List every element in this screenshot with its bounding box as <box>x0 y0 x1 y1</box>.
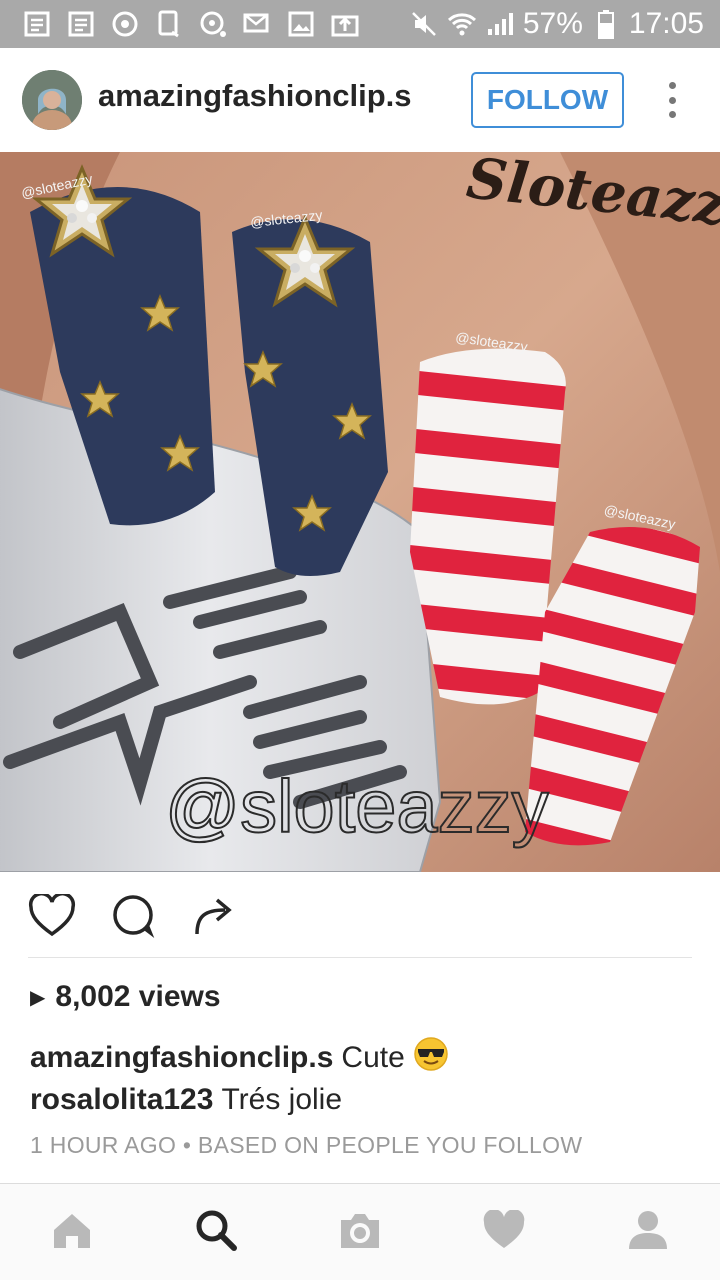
post-time: 1 HOUR AGO <box>30 1132 177 1158</box>
status-bar-system: 57% 17:05 <box>409 7 720 41</box>
notification-icon <box>66 10 96 38</box>
notification-icon <box>22 10 52 38</box>
divider <box>28 957 692 958</box>
meta-separator: • <box>182 1132 192 1158</box>
follow-button[interactable]: FOLLOW <box>471 72 624 128</box>
sunglasses-emoji-icon <box>413 1036 449 1080</box>
comment-username[interactable]: rosalolita123 <box>30 1083 213 1117</box>
tab-home[interactable] <box>0 1184 144 1280</box>
heart-icon <box>482 1208 526 1255</box>
view-count: ▶ 8,002 views <box>30 980 221 1014</box>
comment-row: rosalolita123 Trés jolie <box>30 1083 690 1117</box>
post-context: BASED ON PEOPLE YOU FOLLOW <box>197 1132 583 1158</box>
battery-percent: 57% <box>522 7 583 40</box>
view-count-text: 8,002 views <box>55 980 221 1013</box>
watermark-main: @sloteazzy <box>165 765 549 848</box>
clock: 17:05 <box>628 7 704 40</box>
home-icon <box>50 1210 94 1255</box>
mute-icon <box>409 10 439 38</box>
tab-camera[interactable] <box>288 1184 432 1280</box>
tab-profile[interactable] <box>576 1184 720 1280</box>
sync-icon <box>110 10 140 38</box>
caption-row: amazingfashionclip.s Cute <box>30 1036 690 1080</box>
email-icon <box>242 10 272 38</box>
share-icon[interactable] <box>188 892 240 940</box>
signal-icon <box>485 10 515 38</box>
post-actions <box>0 872 720 958</box>
tab-activity[interactable] <box>432 1184 576 1280</box>
tablet-icon <box>154 10 184 38</box>
comment-text: Trés jolie <box>221 1083 343 1116</box>
status-bar-notifications <box>0 10 360 38</box>
comment-icon[interactable] <box>107 892 159 940</box>
bottom-tab-bar <box>0 1184 720 1280</box>
profile-icon <box>627 1209 669 1256</box>
post-image[interactable]: Sloteazzy @sloteazzy @sloteazzy @sloteaz… <box>0 152 720 872</box>
upload-icon <box>330 10 360 38</box>
wifi-icon <box>447 10 477 38</box>
battery-icon <box>591 10 621 39</box>
tab-search[interactable] <box>144 1184 288 1280</box>
camera-icon <box>337 1210 383 1255</box>
post-meta: 1 HOUR AGO • BASED ON PEOPLE YOU FOLLOW <box>30 1132 582 1159</box>
search-icon <box>194 1208 238 1257</box>
heart-icon[interactable] <box>26 892 78 940</box>
more-vertical-icon[interactable] <box>660 78 684 122</box>
post-author-username[interactable]: amazingfashionclip.s <box>98 78 412 114</box>
image-icon <box>286 10 316 38</box>
post-header: amazingfashionclip.s FOLLOW <box>0 48 720 152</box>
status-bar: 57% 17:05 <box>0 0 720 48</box>
play-icon: ▶ <box>30 986 46 1009</box>
record-icon <box>198 10 228 38</box>
caption-username[interactable]: amazingfashionclip.s <box>30 1041 333 1075</box>
avatar[interactable] <box>22 70 82 130</box>
caption-text: Cute <box>341 1041 405 1074</box>
